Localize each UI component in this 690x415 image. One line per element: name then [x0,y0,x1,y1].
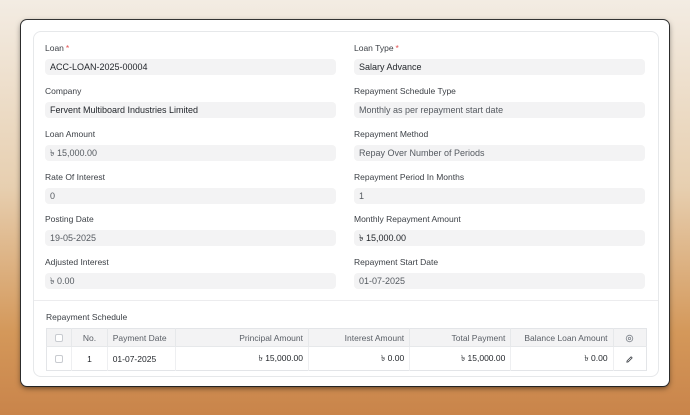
field-monthly-repayment-amount: Monthly Repayment Amount ৳ 15,000.00 [354,213,645,246]
field-posting-date: Posting Date 19-05-2025 [45,213,336,246]
rate-of-interest-input[interactable]: 0 [45,188,336,204]
row-select-cell [46,346,73,371]
gear-icon[interactable] [625,334,634,343]
adjusted-interest-input[interactable]: ৳ 0.00 [45,273,336,289]
repayment-schedule-table: No. Payment Date Principal Amount Intere… [46,328,647,371]
field-repayment-method: Repayment Method Repay Over Number of Pe… [354,128,645,161]
cell-total-payment[interactable]: ৳ 15,000.00 [409,346,512,371]
repayment-start-date-input[interactable]: 01-07-2025 [354,273,645,289]
field-rate-of-interest: Rate Of Interest 0 [45,171,336,204]
repayment-period-input[interactable]: 1 [354,188,645,204]
label-adjusted-interest: Adjusted Interest [45,257,109,267]
required-marker: * [65,43,70,53]
form-card: Loan * ACC-LOAN-2025-00004 Company Ferven… [33,31,659,377]
company-input[interactable]: Fervent Multiboard Industries Limited [45,102,336,118]
field-company: Company Fervent Multiboard Industries Li… [45,85,336,118]
label-loan: Loan * [45,43,70,53]
cell-interest-amount[interactable]: ৳ 0.00 [308,346,411,371]
cell-principal-amount[interactable]: ৳ 15,000.00 [175,346,310,371]
loan-input[interactable]: ACC-LOAN-2025-00004 [45,59,336,75]
field-loan-type: Loan Type * Salary Advance [354,42,645,75]
label-company: Company [45,86,82,96]
column-settings-cell [613,328,647,347]
row-edit-cell [613,346,647,371]
label-monthly-repayment-amount: Monthly Repayment Amount [354,214,461,224]
col-principal-amount: Principal Amount [175,328,310,347]
repayment-method-input[interactable]: Repay Over Number of Periods [354,145,645,161]
select-all-checkbox[interactable] [55,334,64,343]
col-interest-amount: Interest Amount [308,328,411,347]
label-repayment-schedule-type: Repayment Schedule Type [354,86,456,96]
cell-payment-date[interactable]: 01-07-2025 [107,346,177,371]
col-balance-loan-amount: Balance Loan Amount [510,328,614,347]
field-repayment-schedule-type: Repayment Schedule Type Monthly as per r… [354,85,645,118]
label-loan-type: Loan Type * [354,43,399,53]
col-no: No. [71,328,108,347]
cell-no: 1 [71,346,108,371]
field-repayment-period: Repayment Period In Months 1 [354,171,645,204]
field-loan: Loan * ACC-LOAN-2025-00004 [45,42,336,75]
label-repayment-period: Repayment Period In Months [354,172,465,182]
label-loan-amount: Loan Amount [45,129,96,139]
label-rate-of-interest: Rate Of Interest [45,172,105,182]
label-posting-date: Posting Date [45,214,94,224]
field-loan-amount: Loan Amount ৳ 15,000.00 [45,128,336,161]
label-repayment-start-date: Repayment Start Date [354,257,439,267]
select-all-cell [46,328,73,347]
loan-amount-input[interactable]: ৳ 15,000.00 [45,145,336,161]
loan-repayment-window: Loan * ACC-LOAN-2025-00004 Company Ferven… [21,20,669,386]
section-divider [34,300,658,301]
monthly-repayment-amount-input[interactable]: ৳ 15,000.00 [354,230,645,246]
label-repayment-method: Repayment Method [354,129,429,139]
row-checkbox[interactable] [55,355,64,364]
field-adjusted-interest: Adjusted Interest ৳ 0.00 [45,256,336,289]
table-header-row: No. Payment Date Principal Amount Intere… [46,328,647,347]
required-marker: * [395,43,399,53]
field-repayment-start-date: Repayment Start Date 01-07-2025 [354,256,645,289]
table-row[interactable]: 1 01-07-2025 ৳ 15,000.00 ৳ 0.00 ৳ 15,000… [46,346,647,371]
col-payment-date: Payment Date [107,328,177,347]
loan-type-input[interactable]: Salary Advance [354,59,645,75]
repayment-schedule-title: Repayment Schedule [46,312,128,322]
repayment-schedule-type-input[interactable]: Monthly as per repayment start date [354,102,645,118]
posting-date-input[interactable]: 19-05-2025 [45,230,336,246]
pencil-icon[interactable] [625,355,634,364]
cell-balance-loan-amount[interactable]: ৳ 0.00 [510,346,614,371]
col-total-payment: Total Payment [409,328,512,347]
